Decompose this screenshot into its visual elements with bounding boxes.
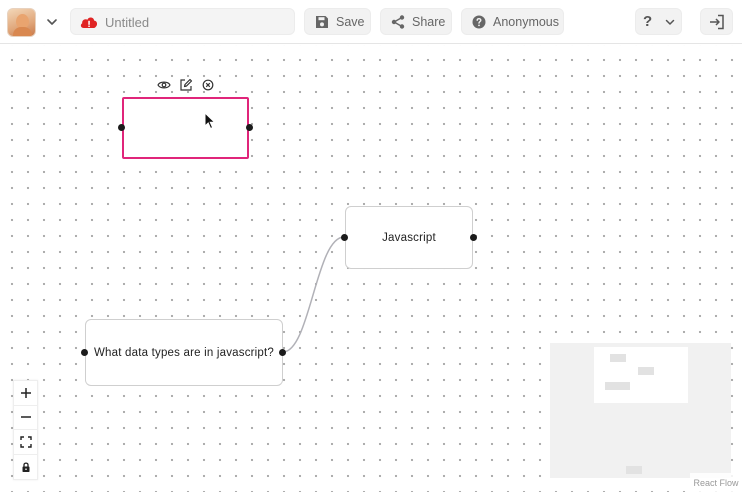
flow-controls [13, 380, 38, 480]
lock-button[interactable] [14, 455, 37, 480]
flow-node-javascript[interactable]: Javascript [345, 206, 473, 269]
minimap-node-question [605, 382, 630, 390]
flow-node-empty[interactable] [122, 97, 249, 159]
edit-icon[interactable] [179, 78, 193, 92]
minimap-node-offscreen [626, 466, 642, 474]
node-toolbar [157, 78, 215, 92]
node-handle-right[interactable] [279, 349, 286, 356]
node-handle-left[interactable] [118, 124, 125, 131]
node-handle-right[interactable] [470, 234, 477, 241]
zoom-in-button[interactable] [14, 381, 37, 406]
mouse-cursor-icon [204, 112, 216, 130]
minus-icon [20, 416, 31, 418]
minimap-node-empty [610, 354, 626, 362]
zoom-out-button[interactable] [14, 406, 37, 430]
node-handle-right[interactable] [246, 124, 253, 131]
minimap[interactable] [550, 343, 731, 478]
plus-icon [20, 387, 31, 398]
fit-view-button[interactable] [14, 430, 37, 455]
lock-icon [22, 462, 29, 472]
edge-question-to-javascript[interactable] [282, 236, 345, 353]
minimap-node-javascript [638, 367, 654, 375]
minimap-viewport [594, 347, 688, 403]
fit-view-icon [19, 436, 32, 448]
node-label: Javascript [382, 231, 436, 244]
react-flow-attribution[interactable]: React Flow [690, 473, 742, 492]
flow-node-question[interactable]: What data types are in javascript? [85, 319, 283, 386]
close-circle-icon[interactable] [201, 78, 215, 92]
node-label: What data types are in javascript? [93, 346, 275, 359]
eye-icon[interactable] [157, 78, 171, 92]
node-handle-left[interactable] [81, 349, 88, 356]
node-handle-left[interactable] [341, 234, 348, 241]
